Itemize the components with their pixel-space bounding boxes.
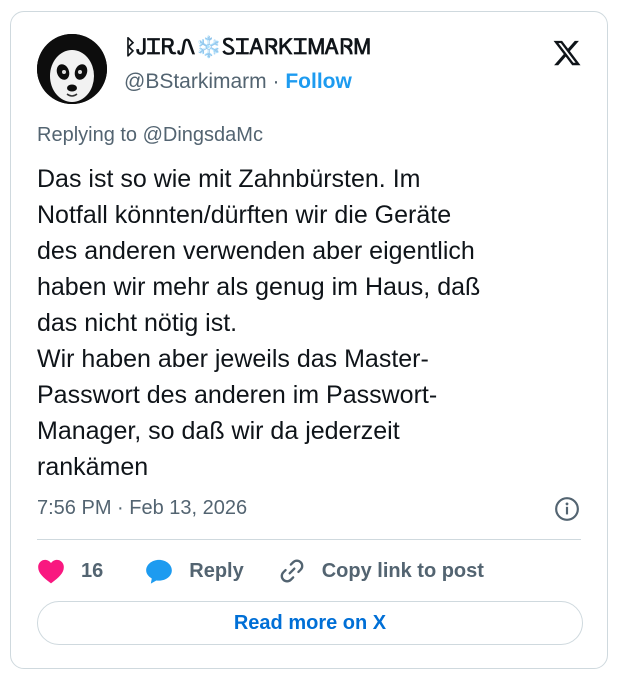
timestamp[interactable]: 7:56 PM · Feb 13, 2026 (37, 497, 247, 520)
tweet-text: Das ist so wie mit Zahnbürsten. Im Notfa… (37, 165, 481, 481)
reply-button[interactable]: Reply (145, 558, 244, 584)
divider (37, 539, 581, 540)
read-more-button[interactable]: Read more on X (37, 601, 583, 645)
reply-bubble-icon (146, 559, 173, 584)
display-name[interactable]: ᛒᎫᏆᎡᏁ❄️ᏚᏆᎪᏒᏦᏆᎷᎪᏒᎷ (124, 36, 371, 60)
avatar[interactable] (37, 34, 107, 104)
copy-link-label: Copy link to post (321, 559, 484, 582)
action-bar: 16 Reply Copy link to post (37, 555, 484, 587)
info-icon[interactable] (554, 496, 580, 522)
tweet-card: ᛒᎫᏆᎡᏁ❄️ᏚᏆᎪᏒᏦᏆᎷᎪᏒᎷ @BStarkimarm · Follow … (10, 11, 608, 669)
reply-label: Reply (189, 559, 244, 582)
separator-dot: · (272, 70, 280, 93)
replying-to-text[interactable]: Replying to @DingsdaMc (37, 124, 263, 147)
link-icon (280, 559, 304, 583)
handle-row: @BStarkimarm · Follow (124, 70, 352, 94)
like-button[interactable]: 16 (37, 558, 103, 584)
panda-avatar-image (37, 34, 107, 104)
follow-button[interactable]: Follow (285, 70, 352, 93)
copy-link-button[interactable]: Copy link to post (278, 557, 484, 585)
heart-icon (38, 559, 64, 584)
read-more-label: Read more on X (233, 611, 387, 634)
user-handle[interactable]: @BStarkimarm (124, 70, 267, 93)
x-logo-icon[interactable] (551, 38, 583, 68)
like-count: 16 (81, 559, 104, 582)
